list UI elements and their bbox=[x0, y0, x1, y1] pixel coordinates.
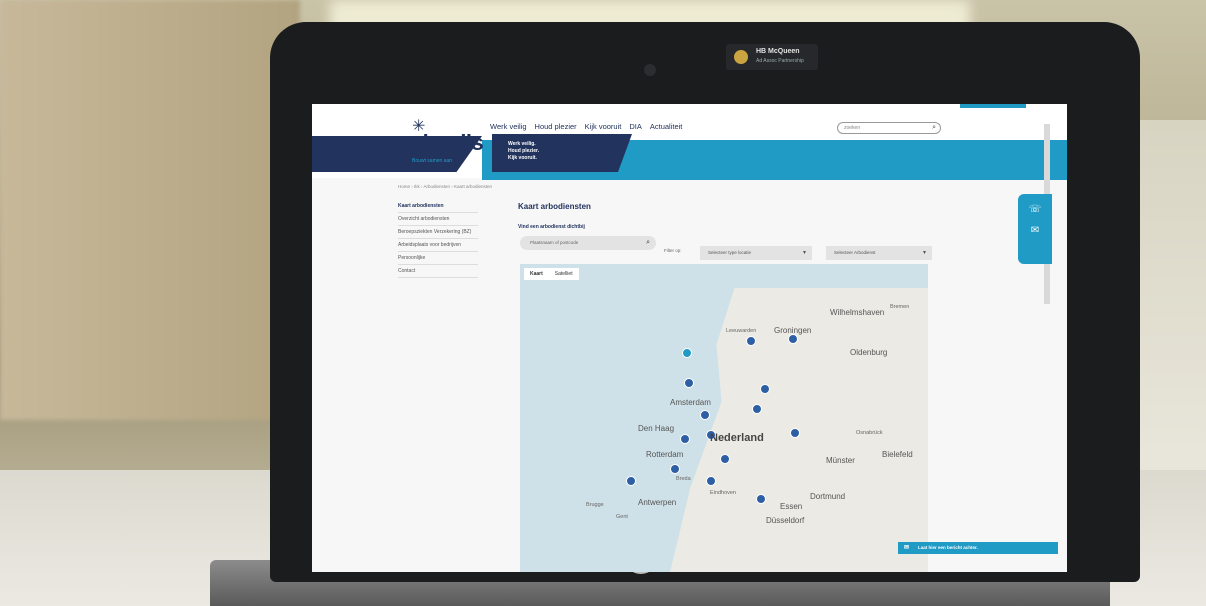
arbo-select-value: Selecteer Arbodienst bbox=[834, 250, 876, 255]
top-button[interactable] bbox=[960, 104, 1026, 108]
sidebar-item-contact[interactable]: Contact bbox=[398, 265, 478, 278]
chat-icon[interactable]: ✉ bbox=[1018, 225, 1052, 236]
tagline-line: Werk veilig. bbox=[508, 141, 536, 147]
search-placeholder: zoeken bbox=[844, 125, 861, 131]
message-icon: ✉ bbox=[904, 545, 910, 551]
tagline-line: Houd plezier. bbox=[508, 148, 540, 154]
tagline-line: Kijk vooruit. bbox=[508, 155, 537, 161]
map-type-tabs: Kaart Satelliet bbox=[524, 268, 579, 280]
chevron-down-icon: ▾ bbox=[802, 250, 806, 256]
sidebar-item-overzicht[interactable]: Overzicht arbodiensten bbox=[398, 213, 478, 226]
map-pin[interactable] bbox=[720, 454, 730, 464]
sidebar-item-bz[interactable]: Beroepsziekten Verzekering (BZ) bbox=[398, 226, 478, 239]
nav-item-dia[interactable]: DIA bbox=[629, 122, 642, 131]
map-label: Breda bbox=[676, 476, 691, 482]
nav-item-werk-veilig[interactable]: Werk veilig bbox=[490, 122, 527, 131]
tab-satelliet[interactable]: Satelliet bbox=[549, 268, 579, 280]
message-bar[interactable]: ✉ Laat hier een bericht achter. bbox=[898, 542, 1058, 554]
map-label: Amsterdam bbox=[670, 398, 711, 407]
map-label: Den Haag bbox=[638, 424, 675, 433]
sidebar: Kaart arbodiensten Overzicht arbodienste… bbox=[398, 200, 478, 278]
map-label: Eindhoven bbox=[710, 490, 736, 496]
map-label: Gent bbox=[616, 514, 628, 520]
map-label: Leeuwarden bbox=[726, 328, 757, 334]
type-select-value: Selecteer type locatie bbox=[708, 250, 752, 255]
contact-widget[interactable]: ☏ ✉ bbox=[1018, 194, 1052, 264]
tagline: Werk veilig. Houd plezier. Kijk vooruit. bbox=[508, 141, 539, 162]
nav-item-kijk-vooruit[interactable]: Kijk vooruit bbox=[585, 122, 622, 131]
breadcrumb[interactable]: Home › Ikk › Arbodiensten › Kaart arbodi… bbox=[398, 184, 492, 189]
main-nav: Werk veilig Houd plezier Kijk vooruit DI… bbox=[490, 122, 682, 131]
map-label: Nederland bbox=[710, 432, 764, 444]
laptop-sticker: HB McQueen Ad Assoc Partnership bbox=[726, 44, 818, 70]
map-pin[interactable] bbox=[706, 476, 716, 486]
logo-subtitle: Bouwt samen aan bbox=[412, 158, 453, 164]
nav-item-houd-plezier[interactable]: Houd plezier bbox=[535, 122, 577, 131]
map-pin[interactable] bbox=[752, 404, 762, 414]
arbo-select[interactable]: Selecteer Arbodienst ▾ bbox=[826, 246, 932, 260]
sidebar-item-persoonlijke[interactable]: Persoonlijke bbox=[398, 252, 478, 265]
map-pin[interactable] bbox=[746, 336, 756, 346]
map-pin[interactable] bbox=[682, 348, 692, 358]
phone-icon[interactable]: ☏ bbox=[1018, 204, 1052, 215]
map-pin[interactable] bbox=[760, 384, 770, 394]
map-label: Oldenburg bbox=[850, 348, 888, 357]
find-label: Vind een arbodienst dichtbij bbox=[518, 224, 585, 230]
map-pin[interactable] bbox=[790, 428, 800, 438]
map-label: Bielefeld bbox=[882, 450, 913, 459]
map-label: Rotterdam bbox=[646, 450, 684, 459]
map-pin[interactable] bbox=[670, 464, 680, 474]
nav-item-actualiteit[interactable]: Actualiteit bbox=[650, 122, 683, 131]
page-title: Kaart arbodiensten bbox=[518, 202, 591, 211]
background-wall bbox=[0, 0, 300, 420]
search-icon[interactable]: ⌕ bbox=[932, 123, 936, 133]
map-pin[interactable] bbox=[788, 334, 798, 344]
map-label: Osnabrück bbox=[856, 430, 883, 436]
map-label: Brugge bbox=[586, 502, 604, 508]
chevron-down-icon: ▾ bbox=[922, 250, 926, 256]
tab-kaart[interactable]: Kaart bbox=[524, 268, 549, 280]
map-pin[interactable] bbox=[684, 378, 694, 388]
message-bar-text: Laat hier een bericht achter. bbox=[918, 545, 978, 550]
sidebar-item-arbeidsplaats[interactable]: Arbeidsplaats voor bedrijven bbox=[398, 239, 478, 252]
search-input[interactable]: zoeken ⌕ bbox=[837, 122, 941, 134]
map-pin[interactable] bbox=[680, 434, 690, 444]
map-pin[interactable] bbox=[626, 476, 636, 486]
map-label: Münster bbox=[826, 456, 855, 465]
site-logo[interactable]: volandis bbox=[398, 130, 484, 156]
place-input[interactable]: Plaatsnaam of postcode ⌕ bbox=[520, 236, 656, 250]
map-label: Essen bbox=[780, 502, 803, 511]
map-pin[interactable] bbox=[700, 410, 710, 420]
map-label: Groningen bbox=[774, 326, 812, 335]
map-label: Dortmund bbox=[810, 492, 846, 501]
map[interactable]: Kaart Satelliet Wilhelmshaven Bremen Gro… bbox=[520, 264, 928, 572]
screen: Werk veilig. Houd plezier. Kijk vooruit.… bbox=[312, 104, 1067, 572]
sticker-logo-icon bbox=[734, 50, 748, 64]
map-label: Bremen bbox=[890, 304, 910, 310]
filter-label: Filter op: bbox=[664, 248, 682, 253]
place-placeholder: Plaatsnaam of postcode bbox=[530, 240, 579, 245]
map-label: Düsseldorf bbox=[766, 516, 805, 525]
map-pin[interactable] bbox=[756, 494, 766, 504]
map-label: Wilhelmshaven bbox=[830, 308, 885, 317]
search-icon[interactable]: ⌕ bbox=[646, 236, 650, 250]
sidebar-item-kaart[interactable]: Kaart arbodiensten bbox=[398, 200, 478, 213]
webcam bbox=[644, 64, 656, 76]
sticker-line2: Ad Assoc Partnership bbox=[756, 58, 804, 64]
sticker-line1: HB McQueen bbox=[756, 48, 800, 55]
map-label: Antwerpen bbox=[638, 498, 677, 507]
type-select[interactable]: Selecteer type locatie ▾ bbox=[700, 246, 812, 260]
